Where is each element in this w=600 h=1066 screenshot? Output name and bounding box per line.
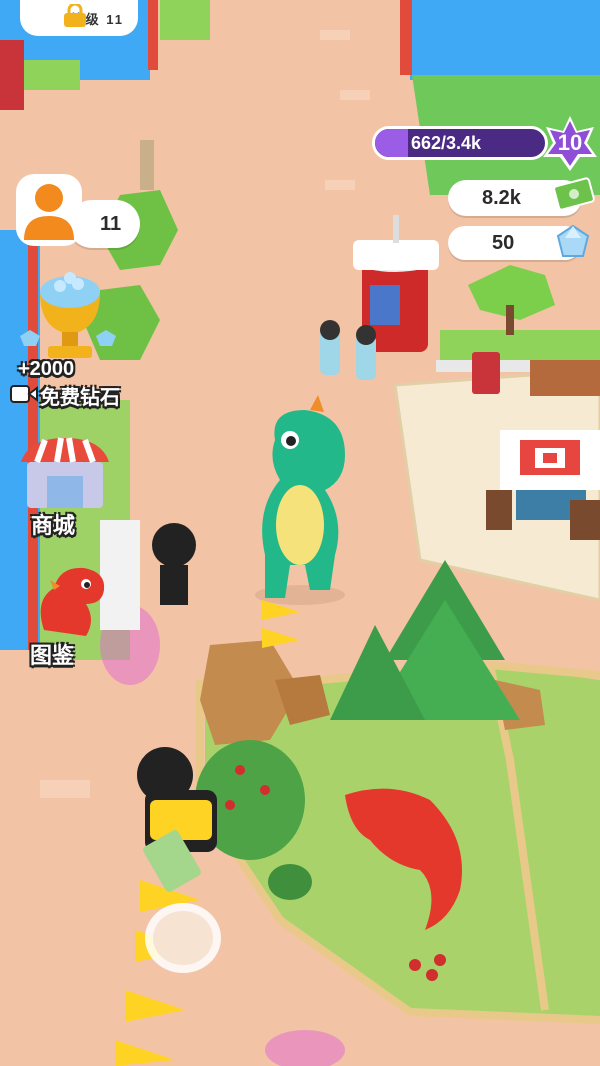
shop-label: 商城	[31, 513, 76, 538]
visitor-icon	[16, 174, 82, 246]
free-gems-amount: +2000	[18, 358, 75, 380]
dino-icon	[40, 567, 105, 636]
cash-icon	[553, 177, 595, 211]
locked-area-badge: 等级 11	[20, 0, 138, 36]
water-top-right	[410, 0, 600, 80]
cash-amount: 8.2k	[482, 186, 521, 209]
free-gems-label: 免费钻石	[40, 387, 120, 409]
level-number: 10	[557, 130, 583, 155]
free-gems-button[interactable]: +2000 免费钻石	[10, 270, 130, 410]
trophy-icon	[20, 272, 116, 358]
gem-icon	[556, 224, 590, 257]
shop-icon	[21, 437, 109, 508]
gem-amount: 50	[492, 231, 515, 254]
encyclopedia-label: 图鉴	[30, 643, 75, 668]
video-icon	[10, 385, 38, 403]
level-badge[interactable]: 10	[540, 113, 600, 173]
encyclopedia-button[interactable]: 图鉴	[20, 560, 115, 670]
lock-icon	[64, 4, 86, 27]
xp-progress-bar: 662/3.4k	[372, 126, 548, 160]
visitor-count: 11	[100, 212, 122, 235]
shop-button[interactable]: 商城	[15, 432, 115, 542]
xp-progress-text: 662/3.4k	[410, 132, 482, 153]
